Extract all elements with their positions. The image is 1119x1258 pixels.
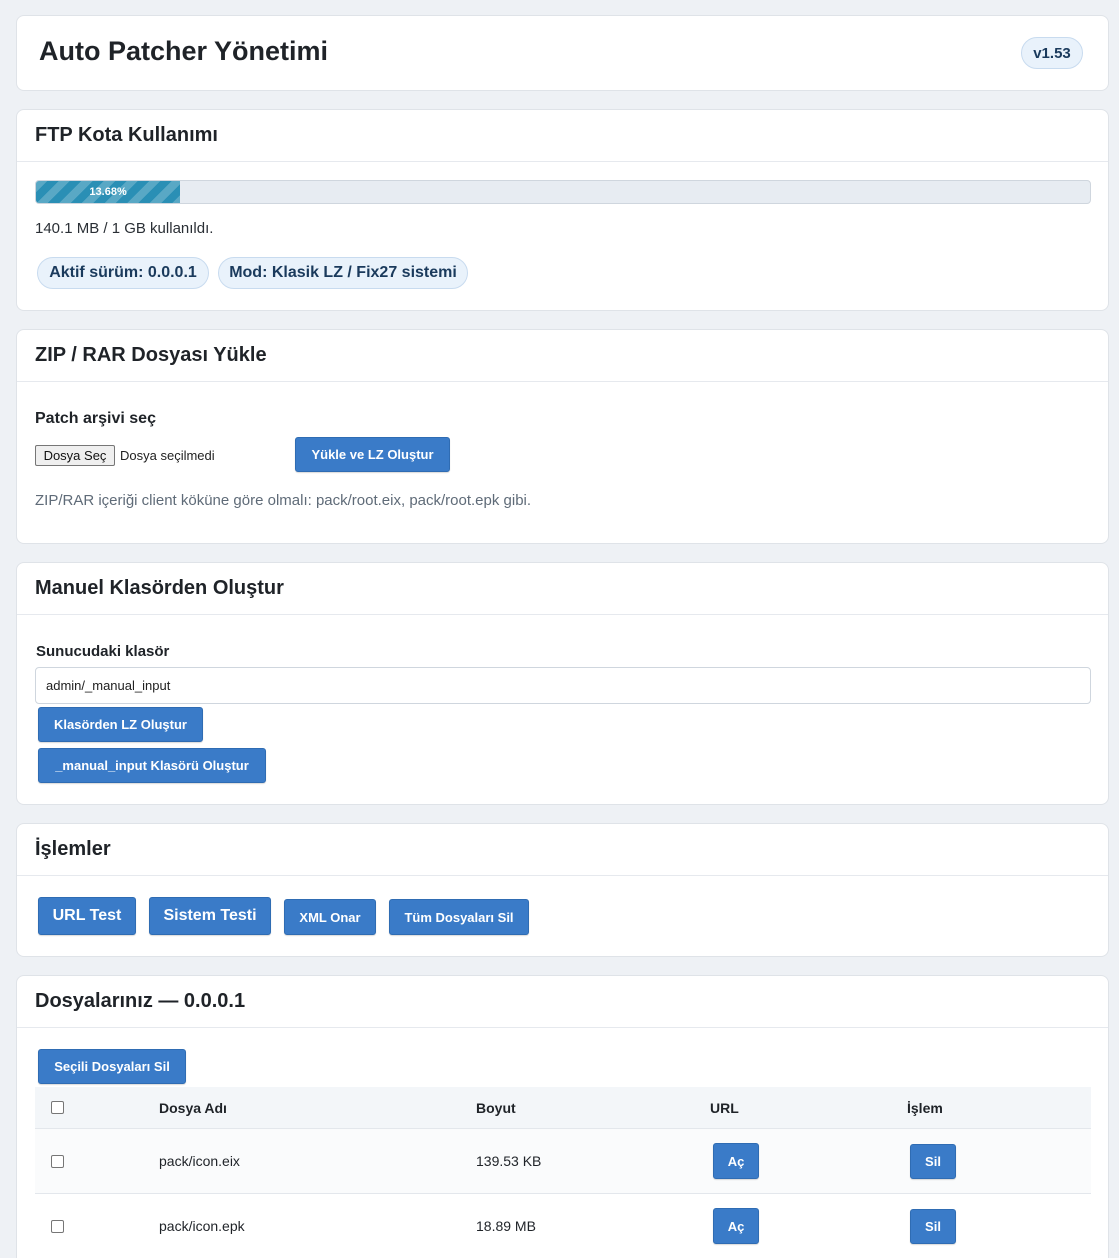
file-size: 139.53 KB — [476, 1153, 542, 1169]
ops-card: İşlemler URL Test Sistem Testi XML Onar … — [16, 823, 1109, 957]
files-title: Dosyalarınız — 0.0.0.1 — [17, 976, 1108, 1028]
files-card: Dosyalarınız — 0.0.0.1 Seçili Dosyaları … — [16, 975, 1109, 1258]
quota-card: FTP Kota Kullanımı 13.68% 140.1 MB / 1 G… — [16, 109, 1109, 311]
active-version-badge: Aktif sürüm: 0.0.0.1 — [37, 257, 209, 289]
row-checkbox[interactable] — [51, 1155, 64, 1168]
manual-title: Manuel Klasörden Oluştur — [17, 563, 1108, 615]
upload-label: Patch arşivi seç — [35, 410, 156, 427]
upload-title: ZIP / RAR Dosyası Yükle — [17, 330, 1108, 382]
header-card: Auto Patcher Yönetimi v1.53 — [16, 15, 1109, 91]
quota-progress-bar: 13.68% — [35, 180, 1091, 204]
table-row: pack/icon.eix 139.53 KB Aç Sil — [35, 1129, 1091, 1194]
upload-submit-button[interactable]: Yükle ve LZ Oluştur — [295, 437, 450, 472]
system-test-button[interactable]: Sistem Testi — [149, 897, 271, 935]
manual-label: Sunucudaki klasör — [36, 643, 170, 660]
delete-file-button[interactable]: Sil — [910, 1144, 956, 1179]
table-row: pack/icon.epk 18.89 MB Aç Sil — [35, 1194, 1091, 1258]
no-file-text: Dosya seçilmedi — [120, 448, 215, 463]
upload-hint: ZIP/RAR içeriği client köküne göre olmal… — [35, 492, 532, 509]
file-name: pack/icon.epk — [159, 1218, 245, 1234]
url-test-button[interactable]: URL Test — [38, 897, 136, 935]
open-url-button[interactable]: Aç — [713, 1143, 759, 1179]
delete-file-button[interactable]: Sil — [910, 1209, 956, 1244]
quota-usage-text: 140.1 MB / 1 GB kullanıldı. — [35, 220, 214, 237]
ops-title: İşlemler — [17, 824, 1108, 876]
column-header-size: Boyut — [476, 1100, 516, 1116]
column-header-url: URL — [710, 1100, 739, 1116]
create-manual-folder-button[interactable]: _manual_input Klasörü Oluştur — [38, 748, 266, 783]
file-name: pack/icon.eix — [159, 1153, 240, 1169]
select-all-checkbox[interactable] — [51, 1101, 64, 1114]
file-size: 18.89 MB — [476, 1218, 536, 1234]
files-table-header: Dosya Adı Boyut URL İşlem — [35, 1087, 1091, 1129]
delete-all-files-button[interactable]: Tüm Dosyaları Sil — [389, 899, 529, 935]
open-url-button[interactable]: Aç — [713, 1208, 759, 1244]
row-checkbox[interactable] — [51, 1220, 64, 1233]
mode-badge: Mod: Klasik LZ / Fix27 sistemi — [218, 257, 468, 289]
page-title: Auto Patcher Yönetimi — [39, 36, 329, 66]
choose-file-button[interactable]: Dosya Seç — [35, 445, 115, 466]
upload-card: ZIP / RAR Dosyası Yükle Patch arşivi seç… — [16, 329, 1109, 544]
xml-fix-button[interactable]: XML Onar — [284, 899, 376, 935]
quota-title: FTP Kota Kullanımı — [17, 110, 1108, 162]
column-header-name: Dosya Adı — [159, 1100, 227, 1116]
version-badge: v1.53 — [1021, 37, 1083, 69]
build-from-folder-button[interactable]: Klasörden LZ Oluştur — [38, 707, 203, 742]
quota-percent-label: 13.68% — [89, 186, 127, 198]
column-header-action: İşlem — [907, 1100, 943, 1116]
delete-selected-button[interactable]: Seçili Dosyaları Sil — [38, 1049, 186, 1084]
quota-progress-fill: 13.68% — [36, 181, 181, 203]
folder-input[interactable] — [35, 667, 1091, 704]
manual-card: Manuel Klasörden Oluştur Sunucudaki klas… — [16, 562, 1109, 805]
